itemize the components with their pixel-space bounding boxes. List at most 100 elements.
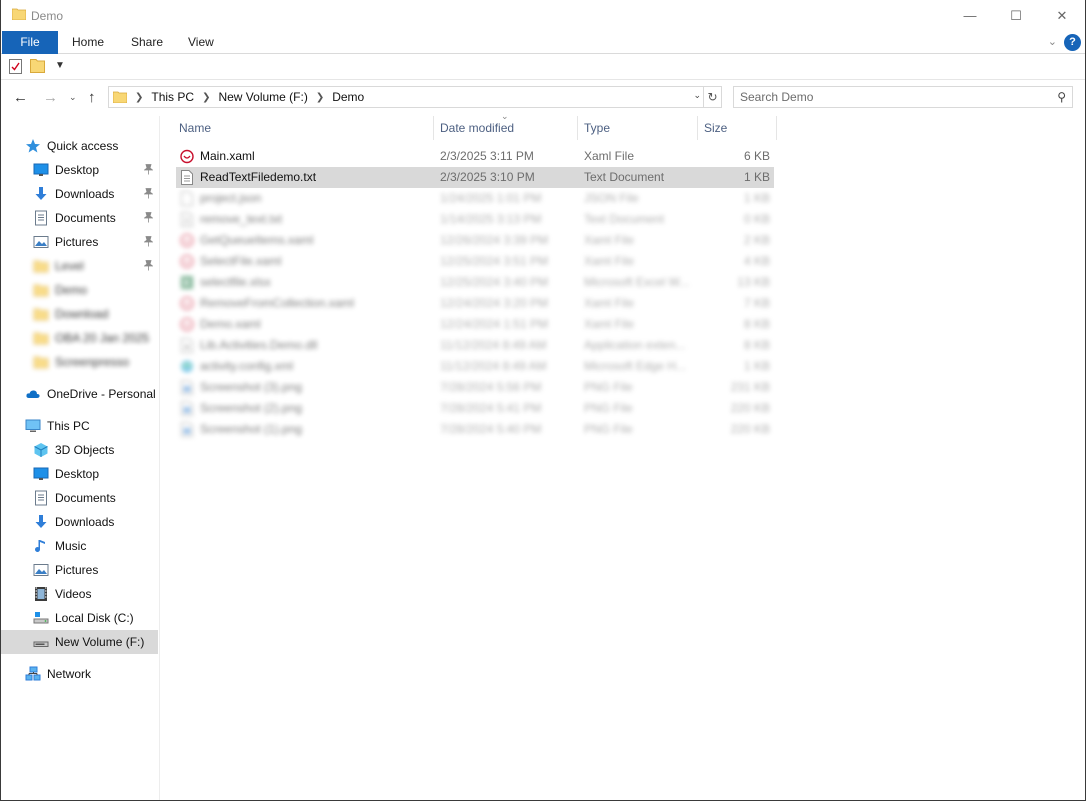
pin-icon[interactable] — [143, 164, 154, 175]
column-divider[interactable] — [776, 116, 777, 140]
pin-icon[interactable] — [143, 260, 154, 271]
breadcrumb-demo[interactable]: Demo — [332, 90, 364, 104]
close-button[interactable]: ✕ — [1039, 0, 1085, 31]
nav-item-label: Download — [55, 307, 109, 321]
file-row[interactable]: selectfile.xlsx 12/25/2024 3:40 PM Microso… — [176, 272, 774, 293]
file-row[interactable]: SelectFile.xaml 12/25/2024 3:51 PM Xaml Fi… — [176, 251, 774, 272]
chevron-right-icon[interactable]: ❯ — [316, 92, 324, 103]
file-row[interactable]: GetQueueItems.xaml 12/26/2024 3:39 PM Xaml… — [176, 230, 774, 251]
file-row[interactable]: ReadTextFiledemo.txt 2/3/2025 3:10 PM Text… — [176, 167, 774, 188]
back-arrow-icon[interactable]: ← — [13, 89, 28, 106]
file-date-modified: 11/12/2024 8:49 AM — [440, 338, 547, 352]
file-row[interactable]: RemoveFromCollection.xaml 12/24/2024 3:20… — [176, 293, 774, 314]
nav-item-music[interactable]: Music — [1, 534, 158, 558]
minimize-button[interactable]: — — [947, 0, 993, 31]
expand-ribbon-chevron-icon[interactable]: ⌄ — [1048, 35, 1057, 48]
help-icon[interactable]: ? — [1064, 34, 1081, 51]
nav-item-level[interactable]: Level — [1, 254, 158, 278]
search-icon[interactable]: ⚲ — [1057, 90, 1066, 104]
address-bar[interactable]: ❯ This PC ❯ New Volume (F:) ❯ Demo ⌄ — [108, 86, 704, 108]
tab-view[interactable]: View — [174, 31, 228, 54]
cube-icon — [33, 442, 49, 458]
customize-toolbar-dropdown-icon[interactable]: ▼ — [55, 60, 65, 71]
file-row[interactable]: Screenshot (2).png 7/28/2024 5:41 PM PNG F… — [176, 398, 774, 419]
file-row[interactable]: Screenshot (3).png 7/28/2024 5:56 PM PNG F… — [176, 377, 774, 398]
nav-item-downloads[interactable]: Downloads — [1, 510, 158, 534]
file-date-modified: 2/3/2025 3:11 PM — [440, 149, 534, 163]
file-type: Microsoft Edge H... — [584, 359, 687, 373]
nav-item-downloads[interactable]: Downloads — [1, 182, 158, 206]
nav-item-desktop[interactable]: Desktop — [1, 462, 158, 486]
nav-item-pictures[interactable]: Pictures — [1, 558, 158, 582]
file-type: Text Document — [584, 212, 665, 226]
file-type: Xaml File — [584, 149, 635, 163]
pin-icon[interactable] — [143, 212, 154, 223]
file-row[interactable]: Demo.xaml 12/24/2024 1:51 PM Xaml File 8 KB — [176, 314, 774, 335]
file-row[interactable]: Screenshot (1).png 7/28/2024 5:40 PM PNG F… — [176, 419, 774, 440]
breadcrumb-new-volume[interactable]: New Volume (F:) — [218, 90, 307, 104]
quick-access-toolbar: ▼ — [1, 54, 1085, 80]
refresh-button[interactable]: ↻ — [704, 86, 722, 108]
nav-item-3d-objects[interactable]: 3D Objects — [1, 438, 158, 462]
nav-item-network[interactable]: Network — [1, 662, 158, 686]
tab-home[interactable]: Home — [58, 31, 118, 54]
nav-item-pictures[interactable]: Pictures — [1, 230, 158, 254]
file-date-modified: 12/25/2024 3:40 PM — [440, 275, 549, 289]
file-size: 231 KB — [730, 380, 770, 394]
nav-item-download[interactable]: Download — [1, 302, 158, 326]
file-row[interactable]: remove_text.txt 1/14/2025 3:13 PM Text Doc… — [176, 209, 774, 230]
file-row[interactable]: Main.xaml 2/3/2025 3:11 PM Xaml File 6 KB — [176, 146, 774, 167]
file-row[interactable]: Lib.Activities.Demo.dll 11/12/2024 8:49 A… — [176, 335, 774, 356]
properties-icon[interactable] — [9, 59, 22, 74]
nav-item-documents[interactable]: Documents — [1, 206, 158, 230]
column-divider[interactable] — [577, 116, 578, 140]
file-size: 13 KB — [737, 275, 770, 289]
pin-icon[interactable] — [143, 188, 154, 199]
file-date-modified: 12/26/2024 3:39 PM — [440, 233, 549, 247]
up-arrow-icon[interactable]: ↑ — [88, 89, 96, 106]
pin-icon[interactable] — [143, 236, 154, 247]
nav-item-local-disk-c[interactable]: Local Disk (C:) — [1, 606, 158, 630]
nav-item-this-pc[interactable]: This PC — [1, 414, 158, 438]
file-row[interactable]: project.json 1/24/2025 1:01 PM JSON File 1 … — [176, 188, 774, 209]
folder-icon — [33, 258, 49, 274]
nav-item-demo[interactable]: Demo — [1, 278, 158, 302]
column-divider[interactable] — [697, 116, 698, 140]
maximize-button[interactable]: ☐ — [993, 0, 1039, 31]
column-header-name[interactable]: Name — [179, 116, 211, 140]
nav-item-quick-access[interactable]: Quick access — [1, 134, 158, 158]
nav-item-label: Downloads — [55, 515, 115, 529]
chevron-right-icon[interactable]: ❯ — [202, 92, 210, 103]
search-input[interactable] — [734, 87, 1034, 107]
nav-item-videos[interactable]: Videos — [1, 582, 158, 606]
file-list: Name Date modified ⌄ Type Size Main.xaml… — [161, 111, 1085, 800]
nav-item-onedrive-personal[interactable]: OneDrive - Personal — [1, 382, 158, 406]
column-header-size[interactable]: Size — [704, 116, 727, 140]
file-row[interactable]: activity.config.xml 11/12/2024 8:49 AM Mic… — [176, 356, 774, 377]
videos-icon — [33, 586, 49, 602]
breadcrumb-this-pc[interactable]: This PC — [151, 90, 194, 104]
address-history-dropdown-icon[interactable]: ⌄ — [693, 90, 701, 101]
nav-item-label: Desktop — [55, 163, 100, 177]
nav-item-new-volume-f[interactable]: New Volume (F:) — [1, 630, 158, 654]
xaml-icon — [180, 317, 194, 332]
tab-file[interactable]: File — [2, 31, 58, 54]
file-size: 1 KB — [743, 359, 770, 373]
tab-share[interactable]: Share — [117, 31, 177, 54]
image-file-icon — [180, 401, 194, 416]
file-size: 0 KB — [743, 212, 770, 226]
column-divider[interactable] — [433, 116, 434, 140]
file-type: Microsoft Excel W... — [584, 275, 690, 289]
forward-arrow-icon[interactable]: → — [43, 89, 58, 106]
nav-item-desktop[interactable]: Desktop — [1, 158, 158, 182]
recent-locations-chevron-icon[interactable]: ⌄ — [69, 92, 77, 103]
ribbon-tabs: File Home Share View ⌄ ? — [1, 31, 1085, 54]
nav-item-screenpresso[interactable]: Screenpresso — [1, 350, 158, 374]
file-type: JSON File — [584, 191, 639, 205]
chevron-right-icon[interactable]: ❯ — [135, 92, 143, 103]
nav-item-oba-20-jan-2025[interactable]: OBA 20 Jan 2025 — [1, 326, 158, 350]
column-header-type[interactable]: Type — [584, 116, 610, 140]
nav-item-documents[interactable]: Documents — [1, 486, 158, 510]
text-file-icon — [180, 170, 194, 185]
new-folder-icon[interactable] — [30, 58, 45, 73]
